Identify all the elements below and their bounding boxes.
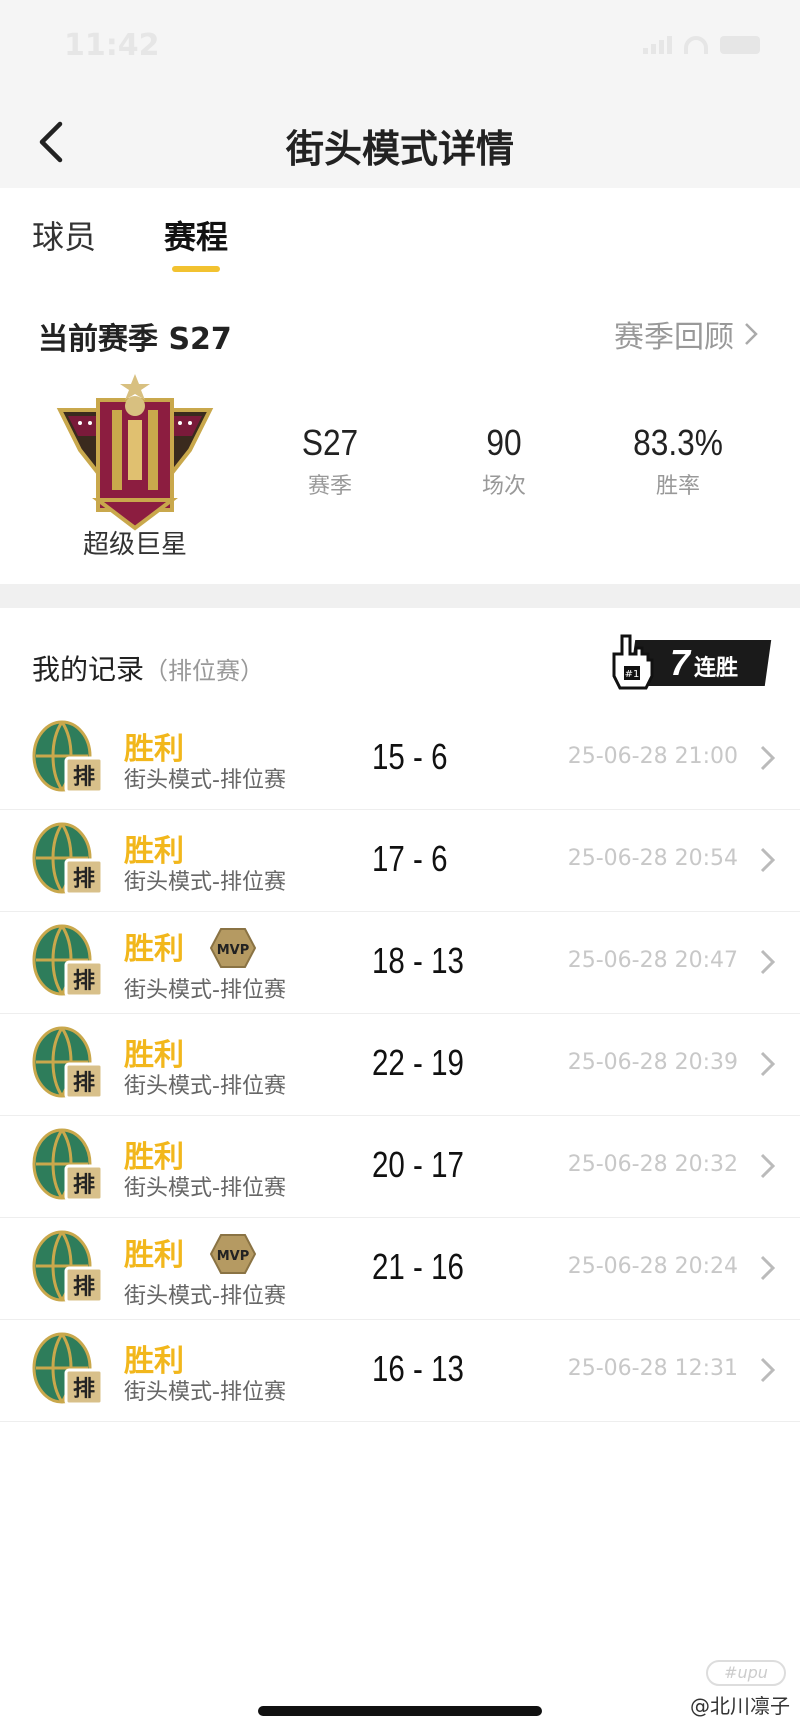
page-title: 街头模式详情 [285, 127, 514, 171]
match-mode: 街头模式-排位赛 [124, 1176, 286, 1201]
record-row[interactable]: 排 胜利 MVP 街头模式-排位赛 18 - 13 25-06-28 20:47 [0, 912, 800, 1014]
streak-text: 7 连胜 [670, 642, 738, 684]
mvp-text: MVP [217, 1249, 250, 1264]
ranked-badge-text: 排 [73, 1377, 95, 1402]
chevron-right-icon [760, 745, 776, 771]
stat-value: S27 [301, 422, 359, 463]
match-mode: 街头模式-排位赛 [124, 870, 286, 895]
ranked-badge-icon: 排 [32, 1332, 104, 1406]
ranked-badge-icon: 排 [32, 720, 104, 794]
season-review-label: 赛季回顾 [614, 320, 734, 355]
mvp-badge-icon: MVP [210, 928, 256, 968]
stat-win-rate: 83.3% 胜率 [598, 422, 758, 500]
mvp-text: MVP [217, 943, 250, 958]
win-streak-badge: #1 7 连胜 [608, 632, 772, 692]
match-date: 25-06-28 20:47 [567, 948, 738, 973]
records-header: 我的记录（排位赛） [32, 648, 264, 688]
match-result: 胜利 [124, 932, 184, 967]
ranked-badge-text: 排 [73, 1071, 95, 1096]
nav-bar: 街头模式详情 [0, 96, 800, 188]
ranked-badge-text: 排 [73, 765, 95, 790]
match-score: 16 - 13 [372, 1348, 464, 1389]
rank-name: 超级巨星 [82, 530, 187, 560]
battery-icon [720, 36, 760, 54]
chevron-right-icon [760, 1357, 776, 1383]
record-row[interactable]: 排 胜利 MVP 街头模式-排位赛 21 - 16 25-06-28 20:24 [0, 1218, 800, 1320]
ranked-badge-icon: 排 [32, 924, 104, 998]
records-title: 我的记录 [32, 653, 145, 686]
match-score: 17 - 6 [372, 838, 448, 879]
records-section: 我的记录（排位赛） #1 7 连胜 排胜利 街头模式-排位赛 15 - 6 25-06… [0, 608, 800, 1731]
record-row[interactable]: 排胜利 街头模式-排位赛 17 - 6 25-06-28 20:54 [0, 810, 800, 912]
match-mode: 街头模式-排位赛 [124, 1074, 286, 1099]
svg-text:#1: #1 [625, 669, 640, 680]
chevron-right-icon [760, 1153, 776, 1179]
ranked-badge-icon: 排 [32, 1026, 104, 1100]
season-card: 当前赛季 S27 赛季回顾 超级巨星 S27 赛季 90 场次 83.3% 胜率 [0, 284, 800, 584]
match-date: 25-06-28 20:39 [567, 1050, 738, 1075]
match-mode: 街头模式-排位赛 [124, 1284, 286, 1309]
watermark-text: @北川凛子 [690, 1694, 790, 1718]
ranked-badge-text: 排 [73, 867, 95, 892]
match-mode: 街头模式-排位赛 [124, 1380, 286, 1405]
record-row[interactable]: 排胜利 街头模式-排位赛 20 - 17 25-06-28 20:32 [0, 1116, 800, 1218]
mvp-badge-icon: MVP [210, 1234, 256, 1274]
tab-bar: 球员 赛程 [0, 188, 800, 284]
stat-label: 胜率 [655, 474, 700, 499]
chevron-right-icon [760, 1255, 776, 1281]
ranked-badge-text: 排 [73, 1275, 95, 1300]
record-row[interactable]: 排胜利 街头模式-排位赛 16 - 13 25-06-28 12:31 [0, 1320, 800, 1422]
match-date: 25-06-28 12:31 [567, 1356, 738, 1381]
stat-value: 83.3% [633, 422, 723, 463]
match-date: 25-06-28 21:00 [567, 744, 738, 769]
streak-count: 7 [670, 642, 691, 683]
match-score: 20 - 17 [372, 1144, 464, 1185]
match-mode: 街头模式-排位赛 [124, 978, 286, 1003]
stat-label: 场次 [481, 474, 526, 499]
chevron-right-icon [745, 323, 758, 345]
tab-players[interactable]: 球员 [32, 212, 96, 258]
match-score: 18 - 13 [372, 940, 464, 981]
match-score: 21 - 16 [372, 1246, 464, 1287]
match-date: 25-06-28 20:24 [567, 1254, 738, 1279]
status-icons [643, 36, 760, 54]
status-time: 11:42 [64, 28, 160, 63]
watermark-logo: #upu [706, 1660, 786, 1686]
tab-schedule[interactable]: 赛程 [164, 212, 228, 258]
records-subtitle: （排位赛） [144, 657, 265, 685]
status-bar: 11:42 [0, 0, 800, 96]
match-score: 22 - 19 [372, 1042, 464, 1083]
wifi-icon [684, 36, 708, 54]
season-title: 当前赛季 S27 [38, 322, 232, 357]
chevron-right-icon [760, 949, 776, 975]
stat-games: 90 场次 [424, 422, 584, 500]
stat-label: 赛季 [307, 474, 352, 499]
ranked-badge-text: 排 [73, 969, 95, 994]
stat-value: 90 [486, 422, 522, 463]
match-score: 15 - 6 [372, 736, 448, 777]
ranked-badge-icon: 排 [32, 1230, 104, 1304]
foam-finger-icon: #1 [612, 634, 654, 690]
match-mode: 街头模式-排位赛 [124, 768, 286, 793]
rank-badge-icon [56, 374, 214, 531]
ranked-badge-text: 排 [73, 1173, 95, 1198]
home-indicator [258, 1706, 542, 1716]
stat-season: S27 赛季 [250, 422, 410, 500]
record-row[interactable]: 排胜利 街头模式-排位赛 15 - 6 25-06-28 21:00 [0, 708, 800, 810]
match-result: 胜利 [124, 1238, 184, 1273]
section-divider [0, 584, 800, 608]
chevron-right-icon [760, 1051, 776, 1077]
active-tab-indicator [172, 266, 220, 272]
match-date: 25-06-28 20:32 [567, 1152, 738, 1177]
season-review-link[interactable]: 赛季回顾 [614, 312, 758, 356]
streak-label: 连胜 [694, 656, 739, 681]
signal-icon [643, 36, 672, 54]
chevron-right-icon [760, 847, 776, 873]
ranked-badge-icon: 排 [32, 822, 104, 896]
ranked-badge-icon: 排 [32, 1128, 104, 1202]
record-row[interactable]: 排胜利 街头模式-排位赛 22 - 19 25-06-28 20:39 [0, 1014, 800, 1116]
match-date: 25-06-28 20:54 [567, 846, 738, 871]
